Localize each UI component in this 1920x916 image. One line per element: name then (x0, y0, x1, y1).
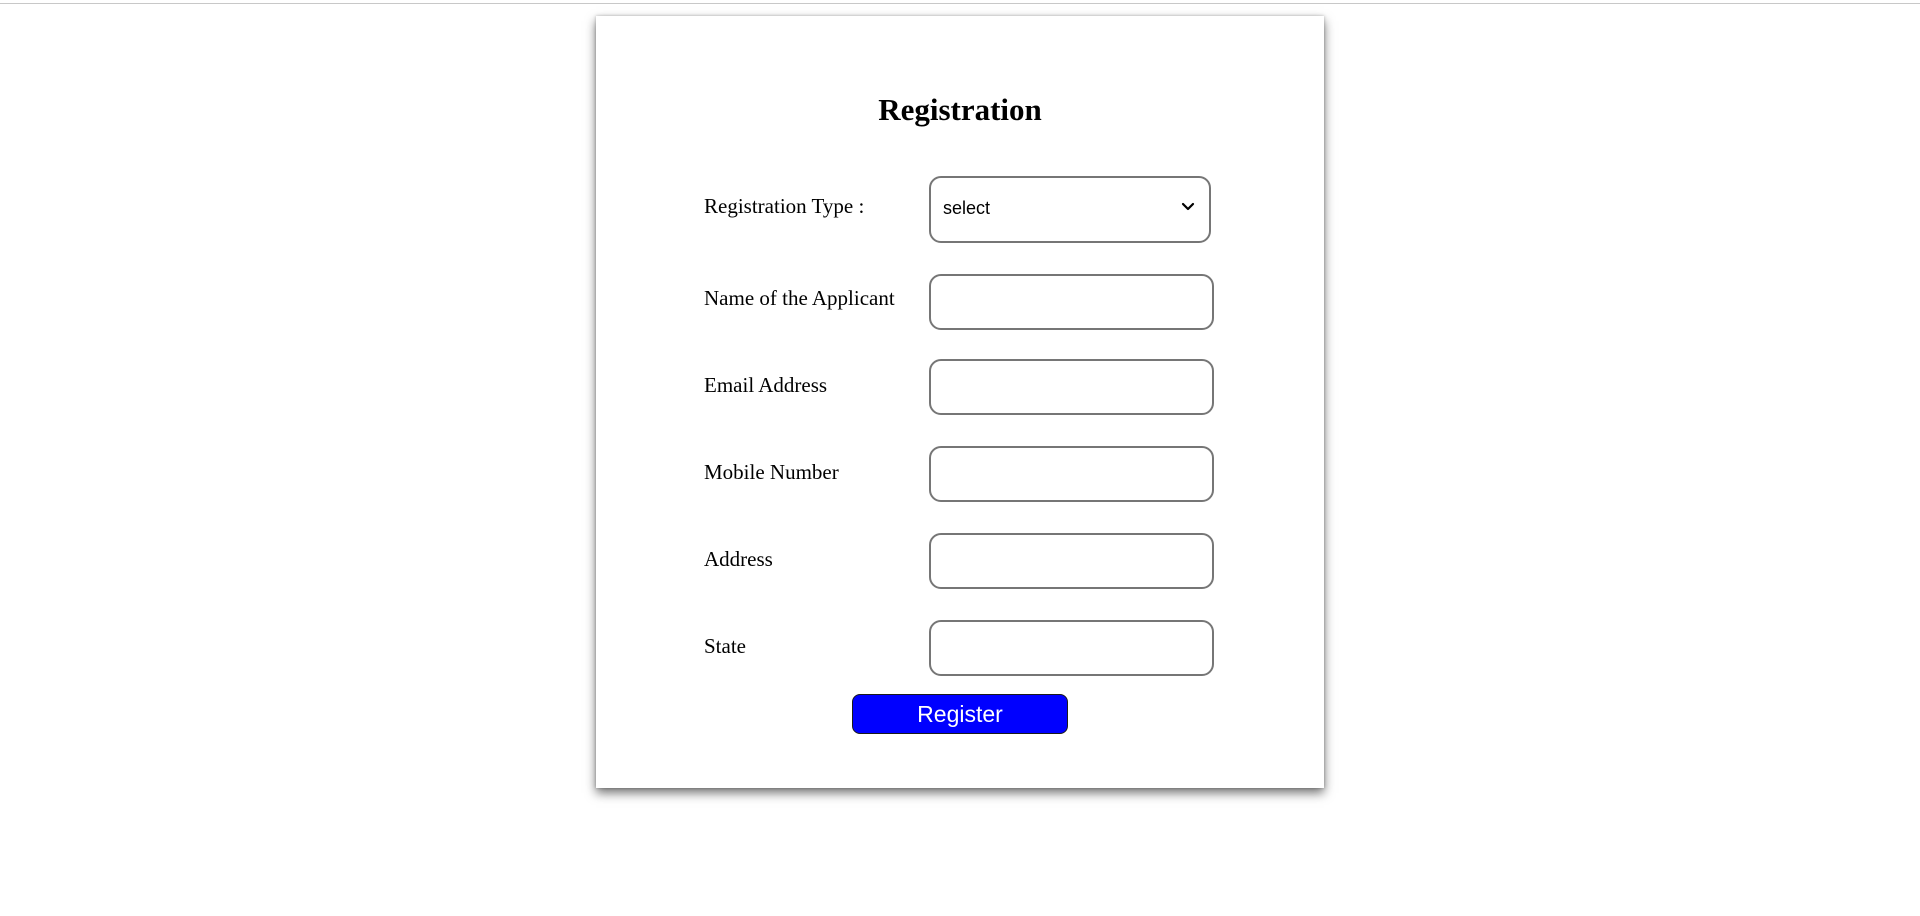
registration-card: Registration Registration Type : select … (596, 16, 1324, 788)
registration-type-selected-value: select (943, 198, 991, 218)
mobile-number-label: Mobile Number (704, 460, 839, 484)
applicant-name-input[interactable] (929, 274, 1214, 330)
registration-type-label: Registration Type : (704, 194, 865, 218)
state-label: State (704, 634, 746, 658)
applicant-name-label: Name of the Applicant (704, 286, 895, 310)
register-button[interactable]: Register (852, 694, 1068, 734)
top-divider (0, 3, 1920, 4)
address-input[interactable] (929, 533, 1214, 589)
state-input[interactable] (929, 620, 1214, 676)
form-title: Registration (878, 92, 1042, 127)
address-label: Address (704, 547, 773, 571)
mobile-number-input[interactable] (929, 446, 1214, 502)
chevron-down-icon (1181, 202, 1195, 211)
email-input[interactable] (929, 359, 1214, 415)
email-label: Email Address (704, 373, 828, 397)
registration-type-select[interactable]: select (929, 176, 1211, 243)
